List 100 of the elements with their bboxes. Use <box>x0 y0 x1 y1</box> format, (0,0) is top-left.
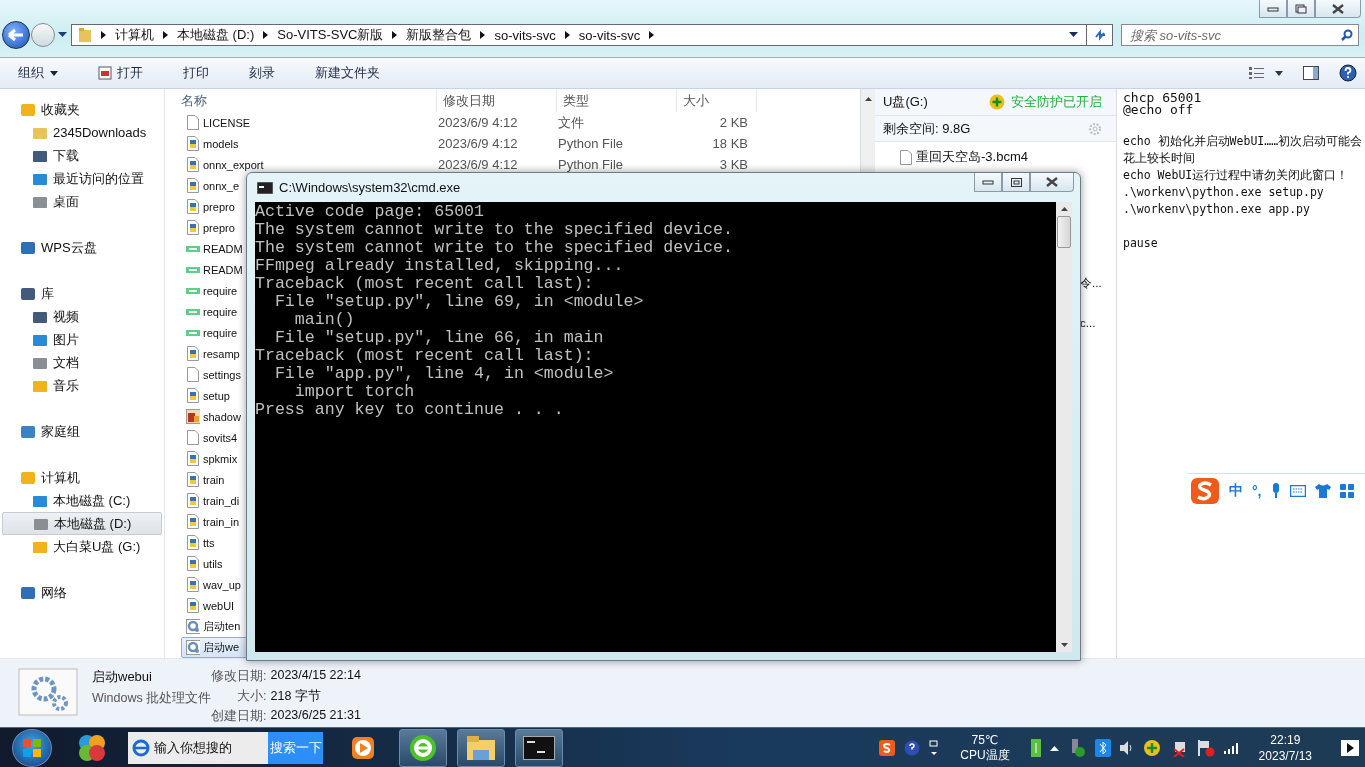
file-name[interactable]: resamp <box>203 347 240 360</box>
toolbar-button[interactable]: 新建文件夹 <box>307 61 388 85</box>
clock[interactable]: 22:19 2023/7/13 <box>1258 733 1312 763</box>
nav-item[interactable]: 最近访问的位置 <box>2 167 162 190</box>
nav-item[interactable]: 库 <box>0 282 164 305</box>
refresh-button[interactable] <box>1087 24 1113 46</box>
grid-icon[interactable] <box>1339 483 1354 498</box>
sogou-s-icon[interactable] <box>879 740 896 756</box>
back-button[interactable] <box>2 21 30 49</box>
file-name[interactable]: wav_up <box>203 578 241 591</box>
nav-item[interactable]: 下载 <box>2 144 162 167</box>
dropdown-icon[interactable] <box>1069 32 1078 38</box>
maximize-button[interactable] <box>1002 173 1030 192</box>
window-switch-icon[interactable] <box>929 740 940 756</box>
file-name[interactable]: 启动ten <box>203 619 241 634</box>
breadcrumb[interactable]: so-vits-svc <box>578 27 641 43</box>
file-name[interactable]: setup <box>203 389 230 402</box>
shirt-icon[interactable] <box>1314 483 1331 498</box>
search-field[interactable]: 搜索 so-vits-svc <box>1121 24 1359 46</box>
open-button[interactable]: 打开 <box>90 61 151 85</box>
scroll-up-icon[interactable] <box>864 97 872 101</box>
file-name[interactable]: sovits4 <box>203 431 238 444</box>
file-name[interactable]: spkmix <box>203 452 238 465</box>
file-name[interactable]: onnx_e <box>203 179 240 192</box>
bluetooth-icon[interactable] <box>1094 739 1111 757</box>
file-name[interactable]: prepro <box>203 200 235 213</box>
shield-plus-icon[interactable] <box>1142 739 1163 757</box>
file-name[interactable]: LICENSE <box>203 116 251 129</box>
breadcrumb[interactable]: so-vits-svc <box>494 27 556 43</box>
console-button[interactable] <box>515 729 563 767</box>
nav-item[interactable]: 本地磁盘 (C:) <box>2 489 162 512</box>
show-hidden-icons-icon[interactable] <box>1049 745 1059 751</box>
file-name[interactable]: require <box>203 284 238 297</box>
nav-item[interactable]: 桌面 <box>2 190 162 213</box>
web-search-field[interactable]: 输入你想搜的 <box>128 732 268 764</box>
file-name[interactable]: train_di <box>203 494 240 507</box>
column-header[interactable]: 类型 <box>557 89 677 112</box>
toolbar-button[interactable]: 打印 <box>175 61 217 85</box>
help-icon[interactable] <box>904 740 921 756</box>
power-plug-icon[interactable] <box>1171 739 1188 757</box>
address-bar[interactable]: 计算机 本地磁盘 (D:) So-VITS-SVC新版 新版整合包 so-vits-svc so-vits-svc <box>71 24 1087 46</box>
file-name[interactable]: train <box>203 473 225 486</box>
file-name[interactable]: shadow <box>203 410 241 423</box>
nav-item[interactable]: 视频 <box>2 305 162 328</box>
breadcrumb[interactable]: 本地磁盘 (D:) <box>177 26 255 44</box>
explorer-button[interactable] <box>457 729 505 767</box>
punctuation-mode[interactable]: °, <box>1252 482 1262 499</box>
file-name[interactable]: require <box>203 326 238 339</box>
help-button[interactable] <box>1337 62 1359 84</box>
speaker-icon[interactable] <box>1119 740 1134 756</box>
breadcrumb[interactable]: 新版整合包 <box>406 26 472 44</box>
nav-item[interactable]: 文档 <box>2 351 162 374</box>
file-name[interactable]: prepro <box>203 221 235 234</box>
nav-item[interactable]: WPS云盘 <box>0 236 164 259</box>
close-button[interactable] <box>1030 173 1074 192</box>
nav-item[interactable]: 图片 <box>2 328 162 351</box>
history-dropdown-icon[interactable] <box>58 32 67 38</box>
search-icon[interactable] <box>1341 29 1353 41</box>
column-header[interactable]: 大小 <box>677 89 757 112</box>
file-name[interactable]: c... <box>1080 317 1116 329</box>
file-name[interactable]: train_in <box>203 515 240 528</box>
column-header[interactable]: 修改日期 <box>437 89 557 112</box>
file-name[interactable]: READM <box>203 242 243 255</box>
nav-item[interactable]: 家庭组 <box>0 420 164 443</box>
usb-icon[interactable] <box>1030 739 1041 757</box>
flag-icon[interactable] <box>1196 739 1215 757</box>
breadcrumb[interactable]: 计算机 <box>115 26 154 44</box>
keyboard-icon[interactable] <box>1289 484 1306 497</box>
minimize-button[interactable] <box>1259 0 1287 18</box>
nav-item[interactable]: 计算机 <box>0 466 164 489</box>
start-button[interactable] <box>12 729 52 767</box>
nav-item[interactable]: 本地磁盘 (D:) <box>2 512 162 535</box>
breadcrumb[interactable]: So-VITS-SVC新版 <box>277 26 384 44</box>
browser-button[interactable] <box>399 729 447 767</box>
signal-icon[interactable] <box>1223 742 1240 754</box>
column-header[interactable]: 名称 <box>165 89 437 112</box>
file-name[interactable]: models <box>203 137 239 150</box>
file-name[interactable]: utils <box>203 557 223 570</box>
nav-item[interactable]: 收藏夹 <box>0 98 164 121</box>
file-name[interactable]: 启动we <box>203 640 240 655</box>
nav-item[interactable]: 2345Downloads <box>2 121 162 144</box>
scrollbar-thumb[interactable] <box>1057 216 1071 248</box>
file-name[interactable]: 令... <box>1080 276 1116 291</box>
file-name[interactable]: tts <box>203 536 215 549</box>
toolbar-button[interactable]: 刻录 <box>241 61 283 85</box>
microphone-icon[interactable] <box>1270 482 1281 499</box>
file-name[interactable]: settings <box>203 368 241 381</box>
file-name[interactable]: webUI <box>203 599 235 612</box>
preview-pane-button[interactable] <box>1301 64 1321 82</box>
maximize-button[interactable] <box>1287 0 1315 18</box>
file-name[interactable]: require <box>203 305 238 318</box>
nav-item[interactable]: 网络 <box>0 581 164 604</box>
language-mode[interactable]: 中 <box>1229 481 1243 500</box>
file-name[interactable]: onnx_export <box>203 158 264 171</box>
organize-menu-button[interactable]: 组织 <box>10 61 66 85</box>
close-button[interactable] <box>1315 0 1361 18</box>
scrollbar[interactable] <box>1056 202 1072 652</box>
nav-item[interactable]: 大白菜U盘 (G:) <box>2 535 162 558</box>
nav-item[interactable]: 音乐 <box>2 374 162 397</box>
view-options-button[interactable] <box>1247 65 1285 81</box>
